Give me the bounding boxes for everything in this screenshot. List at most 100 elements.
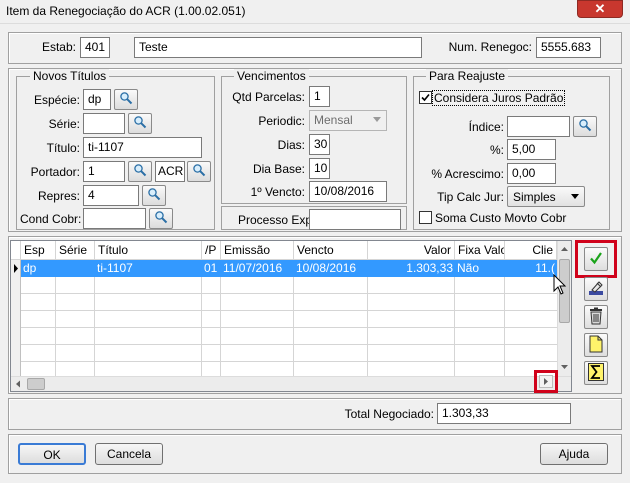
- serie-input[interactable]: [83, 113, 125, 134]
- total-negociado-label: Total Negociado:: [344, 407, 434, 421]
- close-button[interactable]: ✕: [577, 0, 623, 18]
- repres-input[interactable]: 4: [83, 185, 139, 206]
- acrescimo-label: % Acrescimo:: [431, 167, 504, 181]
- num-renegoc-input[interactable]: 5555.683: [536, 37, 601, 58]
- col-header-emissao[interactable]: Emissão: [221, 241, 294, 259]
- scroll-up-icon[interactable]: [558, 243, 571, 255]
- indice-zoom-button[interactable]: [573, 116, 597, 137]
- repres-zoom-button[interactable]: [142, 185, 166, 206]
- confirm-button[interactable]: [584, 247, 608, 271]
- soma-custo-label: Soma Custo Movto Cobr: [435, 211, 567, 225]
- col-line: [55, 277, 56, 376]
- cond-cobr-input[interactable]: [83, 208, 146, 229]
- processo-exp-label: Processo Exp:: [238, 213, 316, 227]
- col-header-vencto[interactable]: Vencto: [294, 241, 368, 259]
- magnifier-icon: [119, 91, 133, 108]
- tip-calc-jur-label: Tip Calc Jur:: [437, 190, 504, 204]
- portador-input[interactable]: 1: [83, 161, 125, 182]
- help-button[interactable]: Ajuda: [540, 443, 608, 465]
- col-header-fixa-valor[interactable]: Fixa Valor: [455, 241, 505, 259]
- estab-label: Estab:: [41, 40, 76, 54]
- magnifier-icon: [133, 163, 147, 180]
- novos-titulos-label: Novos Títulos: [30, 69, 110, 83]
- col-header-parcela[interactable]: /P: [202, 241, 221, 259]
- cell-vencto[interactable]: 10/08/2016: [294, 260, 368, 277]
- col-line: [293, 277, 294, 376]
- checkmark-icon: [421, 93, 430, 102]
- total-negociado-input[interactable]: 1.303,33: [437, 403, 571, 424]
- chevron-down-icon: [571, 194, 579, 199]
- primeiro-vencto-input[interactable]: 10/08/2016: [309, 181, 387, 202]
- portador-code-input[interactable]: ACR: [155, 161, 185, 182]
- magnifier-icon: [133, 115, 147, 132]
- magnifier-icon: [147, 187, 161, 204]
- primeiro-vencto-label: 1º Vencto:: [250, 185, 305, 199]
- especie-input[interactable]: dp: [83, 89, 111, 110]
- portador-code-zoom-button[interactable]: [187, 161, 211, 182]
- magnifier-icon: [154, 210, 168, 227]
- horizontal-scroll-thumb[interactable]: [27, 378, 45, 390]
- portador-zoom-button[interactable]: [128, 161, 152, 182]
- col-header-cliente[interactable]: Clie: [505, 241, 557, 259]
- cell-cliente[interactable]: 11.(: [505, 260, 557, 277]
- col-header-serie[interactable]: Série: [56, 241, 95, 259]
- sum-button[interactable]: [584, 361, 608, 385]
- titles-grid[interactable]: Esp Série Título /P Emissão Vencto Valor…: [10, 240, 572, 392]
- col-line: [94, 277, 95, 376]
- scroll-right-icon[interactable]: [539, 375, 553, 388]
- delete-button[interactable]: [584, 305, 608, 329]
- repres-label: Repres:: [37, 189, 80, 203]
- ok-button[interactable]: OK: [18, 443, 86, 465]
- serie-label: Série:: [48, 117, 80, 131]
- cell-parcela[interactable]: 01: [202, 260, 221, 277]
- cell-serie[interactable]: [56, 260, 95, 277]
- new-button[interactable]: [584, 333, 608, 357]
- col-header-titulo[interactable]: Título: [95, 241, 202, 259]
- titulo-input[interactable]: ti-1107: [83, 137, 202, 158]
- processo-exp-input[interactable]: [309, 209, 401, 230]
- col-header-esp[interactable]: Esp: [21, 241, 56, 259]
- cell-esp[interactable]: dp: [21, 260, 56, 277]
- cell-fixa-valor[interactable]: Não: [455, 260, 505, 277]
- estab-description-input[interactable]: Teste: [134, 37, 422, 58]
- scroll-down-icon[interactable]: [558, 361, 571, 373]
- indice-input[interactable]: [507, 116, 570, 137]
- considera-juros-checkbox[interactable]: [419, 91, 432, 104]
- empty-rows: [11, 277, 557, 376]
- cell-titulo[interactable]: ti-1107: [95, 260, 202, 277]
- horizontal-scrollbar[interactable]: [11, 376, 571, 391]
- pct-label: %:: [489, 143, 504, 157]
- cancel-button[interactable]: Cancela: [95, 443, 163, 465]
- dia-base-input[interactable]: 10: [309, 158, 330, 179]
- soma-custo-checkbox[interactable]: [419, 211, 432, 224]
- edit-button[interactable]: [584, 277, 608, 301]
- col-line: [201, 277, 202, 376]
- cond-cobr-zoom-button[interactable]: [149, 208, 173, 229]
- cell-emissao[interactable]: 11/07/2016: [221, 260, 294, 277]
- acrescimo-input[interactable]: 0,00: [507, 163, 556, 184]
- col-line: [367, 277, 368, 376]
- row-selector-header: [11, 241, 21, 259]
- pct-input[interactable]: 5,00: [507, 139, 556, 160]
- cond-cobr-label: Cond Cobr:: [20, 212, 82, 226]
- scroll-left-icon[interactable]: [12, 378, 24, 390]
- new-doc-icon: [588, 335, 604, 356]
- periodic-value: Mensal: [314, 113, 353, 127]
- titulo-label: Título:: [46, 141, 80, 155]
- mouse-cursor-icon: [553, 273, 567, 299]
- col-header-valor[interactable]: Valor: [368, 241, 455, 259]
- qtd-parcelas-input[interactable]: 1: [309, 86, 330, 107]
- dias-input[interactable]: 30: [309, 134, 330, 155]
- sum-icon: [588, 362, 604, 384]
- estab-input[interactable]: 401: [80, 37, 110, 58]
- vencimentos-label: Vencimentos: [234, 69, 309, 83]
- serie-zoom-button[interactable]: [128, 113, 152, 134]
- indice-label: Índice:: [468, 120, 504, 134]
- trash-icon: [588, 307, 604, 328]
- cell-valor[interactable]: 1.303,33: [368, 260, 455, 277]
- considera-juros-label[interactable]: Considera Juros Padrão: [432, 90, 566, 106]
- portador-label: Portador:: [30, 165, 80, 179]
- dia-base-label: Dia Base:: [252, 162, 305, 176]
- magnifier-icon: [192, 163, 206, 180]
- especie-zoom-button[interactable]: [114, 89, 138, 110]
